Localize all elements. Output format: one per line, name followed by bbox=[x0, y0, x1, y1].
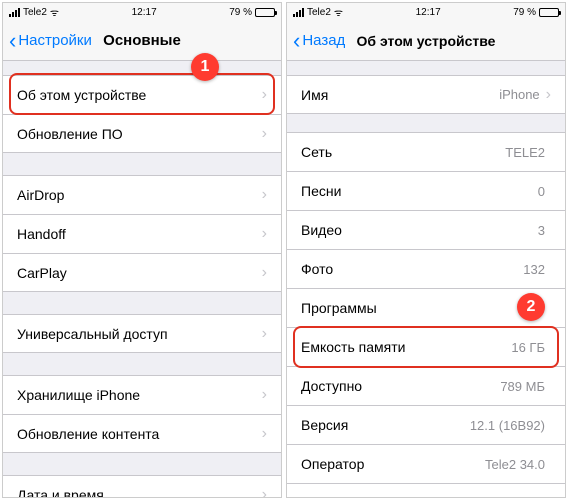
phone-right: Tele2 ᯤ 12:17 79 % ‹ Назад Об этом устро… bbox=[286, 2, 566, 498]
row-videos: Видео 3 bbox=[287, 210, 565, 249]
row-value: TELE2 bbox=[505, 145, 545, 160]
time-label: 12:17 bbox=[132, 7, 157, 18]
carrier-label: Tele2 bbox=[307, 7, 331, 18]
wifi-icon: ᯤ bbox=[50, 5, 59, 19]
signal-icon bbox=[293, 8, 304, 17]
row-value: 12.1 (16B92) bbox=[470, 418, 545, 433]
row-label: Обновление контента bbox=[17, 426, 262, 442]
status-bar: Tele2 ᯤ 12:17 79 % bbox=[287, 3, 565, 21]
row-carplay[interactable]: CarPlay › bbox=[3, 253, 281, 292]
row-label: Хранилище iPhone bbox=[17, 387, 262, 403]
row-name[interactable]: Имя iPhone › bbox=[287, 75, 565, 114]
row-label: Фото bbox=[301, 261, 523, 277]
back-label: Назад bbox=[302, 32, 345, 49]
carrier-label: Tele2 bbox=[23, 7, 47, 18]
row-label: AirDrop bbox=[17, 187, 262, 203]
row-value: Tele2 34.0 bbox=[485, 457, 545, 472]
battery-icon bbox=[255, 8, 275, 17]
row-capacity: Емкость памяти 16 ГБ bbox=[287, 327, 565, 366]
row-label: Емкость памяти bbox=[301, 339, 511, 355]
chevron-right-icon: › bbox=[262, 225, 267, 243]
row-photos: Фото 132 bbox=[287, 249, 565, 288]
row-label: CarPlay bbox=[17, 265, 262, 281]
row-label: Модель bbox=[301, 495, 506, 497]
row-label: Об этом устройстве bbox=[17, 87, 262, 103]
chevron-right-icon: › bbox=[262, 425, 267, 443]
chevron-right-icon: › bbox=[262, 264, 267, 282]
row-about[interactable]: Об этом устройстве › bbox=[3, 75, 281, 114]
nav-bar: ‹ Настройки Основные bbox=[3, 21, 281, 61]
row-label: Песни bbox=[301, 183, 538, 199]
about-list: Имя iPhone › Сеть TELE2 Песни 0 Видео 3 … bbox=[287, 61, 565, 497]
chevron-right-icon: › bbox=[262, 325, 267, 343]
row-label: Обновление ПО bbox=[17, 126, 262, 142]
chevron-left-icon: ‹ bbox=[9, 30, 16, 52]
chevron-right-icon: › bbox=[262, 86, 267, 104]
row-value: 789 МБ bbox=[500, 379, 545, 394]
row-carrier: Оператор Tele2 34.0 bbox=[287, 444, 565, 483]
back-button[interactable]: ‹ Назад bbox=[287, 30, 345, 52]
row-label: Версия bbox=[301, 417, 470, 433]
chevron-right-icon: › bbox=[262, 186, 267, 204]
row-label: Дата и время bbox=[17, 487, 262, 497]
row-label: Сеть bbox=[301, 144, 505, 160]
row-network: Сеть TELE2 bbox=[287, 132, 565, 171]
row-label: Оператор bbox=[301, 456, 485, 472]
back-button[interactable]: ‹ Настройки bbox=[3, 30, 92, 52]
row-value: 16 ГБ bbox=[511, 340, 545, 355]
annotation-badge-2: 2 bbox=[517, 293, 545, 321]
row-software-update[interactable]: Обновление ПО › bbox=[3, 114, 281, 153]
row-label: Доступно bbox=[301, 378, 500, 394]
nav-bar: ‹ Назад Об этом устройстве bbox=[287, 21, 565, 61]
row-background-refresh[interactable]: Обновление контента › bbox=[3, 414, 281, 453]
row-label: Видео bbox=[301, 222, 538, 238]
row-value: ——— bbox=[506, 496, 545, 498]
row-label: Универсальный доступ bbox=[17, 326, 262, 342]
chevron-right-icon: › bbox=[546, 86, 551, 104]
wifi-icon: ᯤ bbox=[334, 5, 343, 19]
battery-icon bbox=[539, 8, 559, 17]
row-label: Handoff bbox=[17, 226, 262, 242]
battery-pct: 79 % bbox=[229, 7, 252, 18]
back-label: Настройки bbox=[18, 32, 92, 49]
row-handoff[interactable]: Handoff › bbox=[3, 214, 281, 253]
settings-list: Об этом устройстве › Обновление ПО › Air… bbox=[3, 61, 281, 497]
row-label: Программы bbox=[301, 300, 545, 316]
row-value: iPhone bbox=[499, 87, 539, 102]
row-date-time[interactable]: Дата и время › bbox=[3, 475, 281, 497]
row-value: 0 bbox=[538, 184, 545, 199]
chevron-right-icon: › bbox=[262, 125, 267, 143]
time-label: 12:17 bbox=[416, 7, 441, 18]
signal-icon bbox=[9, 8, 20, 17]
row-accessibility[interactable]: Универсальный доступ › bbox=[3, 314, 281, 353]
battery-pct: 79 % bbox=[513, 7, 536, 18]
row-model: Модель ——— bbox=[287, 483, 565, 497]
annotation-badge-1: 1 bbox=[191, 53, 219, 81]
chevron-right-icon: › bbox=[262, 486, 267, 497]
row-airdrop[interactable]: AirDrop › bbox=[3, 175, 281, 214]
row-available: Доступно 789 МБ bbox=[287, 366, 565, 405]
row-version: Версия 12.1 (16B92) bbox=[287, 405, 565, 444]
chevron-left-icon: ‹ bbox=[293, 30, 300, 52]
row-value: 132 bbox=[523, 262, 545, 277]
status-bar: Tele2 ᯤ 12:17 79 % bbox=[3, 3, 281, 21]
row-iphone-storage[interactable]: Хранилище iPhone › bbox=[3, 375, 281, 414]
row-label: Имя bbox=[301, 87, 499, 103]
row-value: 3 bbox=[538, 223, 545, 238]
phone-left: Tele2 ᯤ 12:17 79 % ‹ Настройки Основные … bbox=[2, 2, 282, 498]
row-songs: Песни 0 bbox=[287, 171, 565, 210]
chevron-right-icon: › bbox=[262, 386, 267, 404]
